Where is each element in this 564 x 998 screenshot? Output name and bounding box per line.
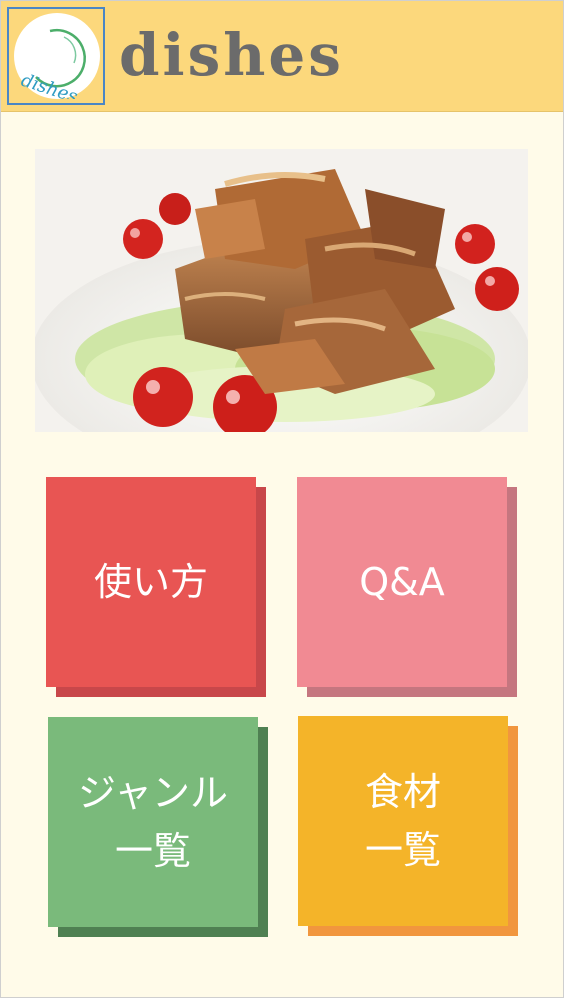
- howto-button[interactable]: 使い方: [46, 477, 256, 687]
- logo-text: dishes: [18, 70, 80, 99]
- app-screen: dishes dishes 使い方 Q&A ジャンル 一覧 食材 一覧: [0, 0, 564, 998]
- ingredient-list-button[interactable]: 食材 一覧: [298, 716, 508, 926]
- hero-food-image: [35, 149, 528, 432]
- app-title: dishes: [119, 21, 344, 89]
- genre-list-button[interactable]: ジャンル 一覧: [48, 717, 258, 927]
- logo-icon: dishes: [14, 13, 100, 99]
- qa-button[interactable]: Q&A: [297, 477, 507, 687]
- app-header: dishes dishes: [1, 1, 563, 112]
- logo-button[interactable]: dishes: [7, 7, 105, 105]
